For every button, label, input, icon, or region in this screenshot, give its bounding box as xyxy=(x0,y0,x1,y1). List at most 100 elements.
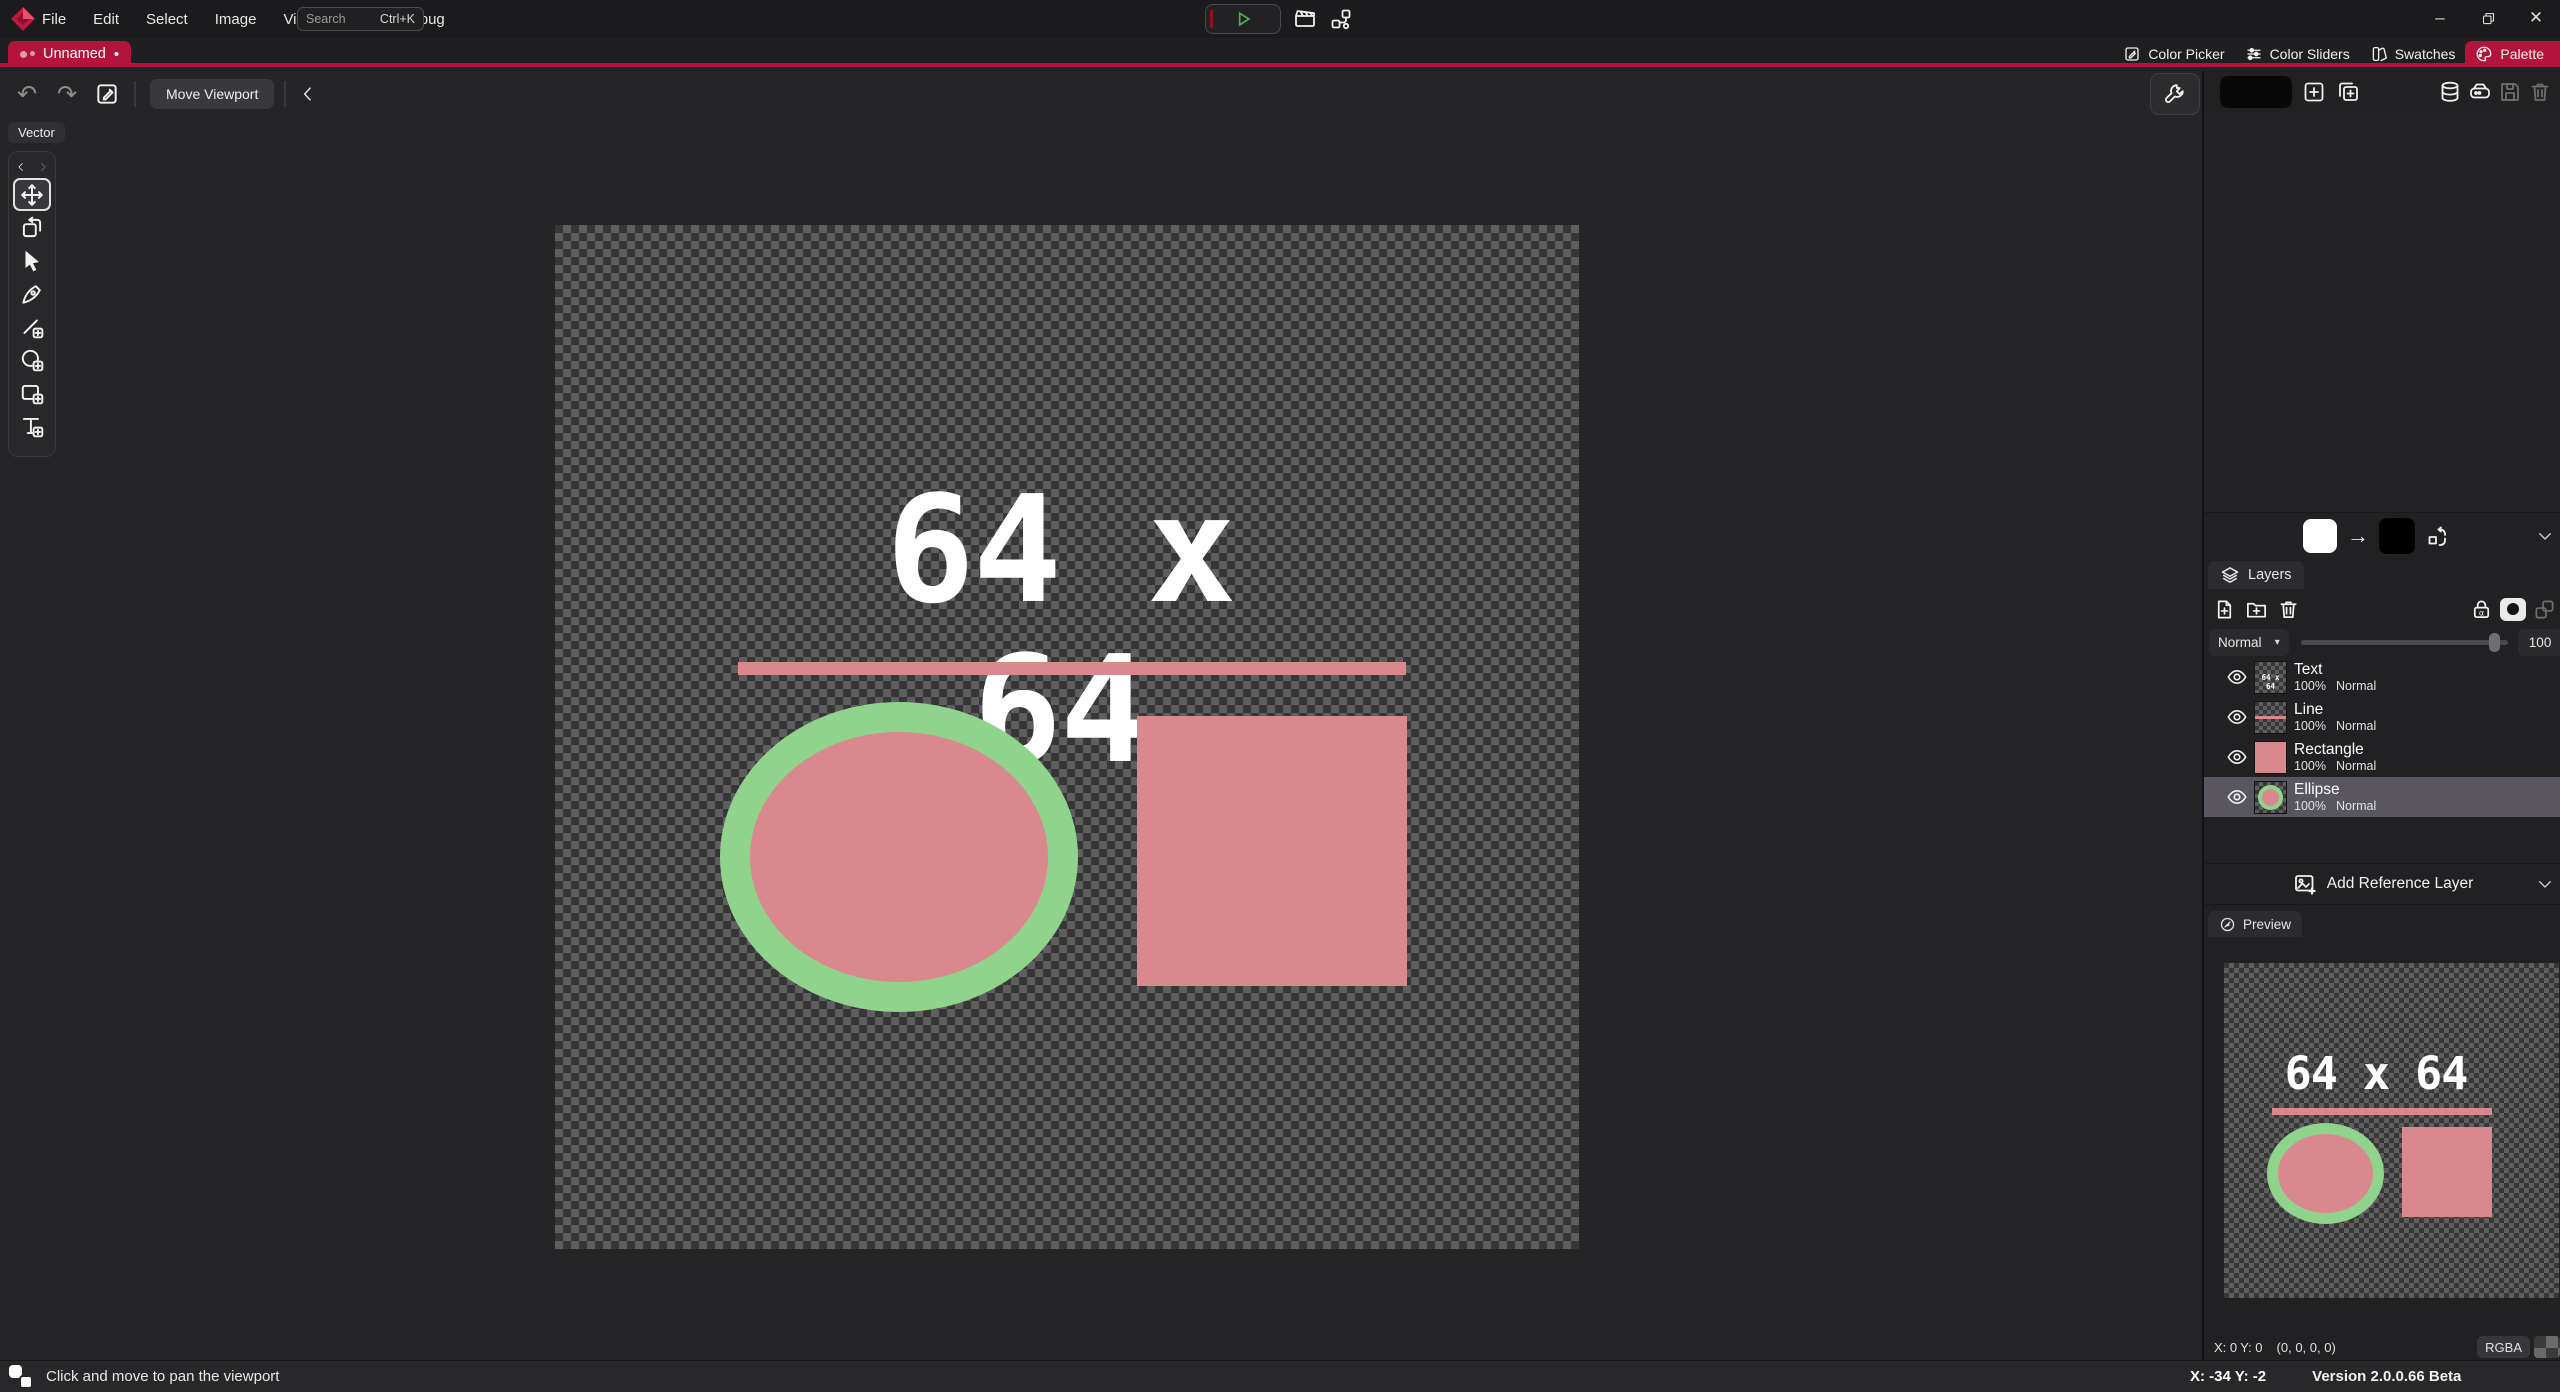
animation-controls xyxy=(1205,4,1353,34)
palette-database-icon[interactable] xyxy=(2438,80,2462,104)
clapperboard-icon[interactable] xyxy=(1293,7,1317,31)
pen-tool-icon xyxy=(19,281,45,307)
tab-color-sliders[interactable]: Color Sliders xyxy=(2235,41,2360,67)
menu-file[interactable]: File xyxy=(42,11,66,28)
tab-label: Color Picker xyxy=(2148,46,2224,62)
save-palette-icon[interactable] xyxy=(2498,80,2522,104)
drawing-canvas[interactable]: 64 x 64 xyxy=(555,225,1579,1249)
tool-rectangle[interactable] xyxy=(13,376,51,409)
node-graph-icon[interactable] xyxy=(1329,7,1353,31)
tool-line[interactable] xyxy=(13,310,51,343)
tab-palette[interactable]: Palette xyxy=(2465,41,2560,67)
next-tools-icon[interactable] xyxy=(37,161,49,173)
visibility-eye-icon[interactable] xyxy=(2226,706,2248,728)
layer-opacity: 100% xyxy=(2294,679,2326,694)
add-group-icon[interactable] xyxy=(2245,598,2268,621)
palette-grid-area[interactable] xyxy=(2204,113,2560,513)
unsaved-indicator: • xyxy=(114,46,119,63)
layer-name: Rectangle xyxy=(2294,741,2376,759)
toolbar-divider xyxy=(284,81,286,107)
color-selector-row: → xyxy=(2204,514,2560,558)
layer-opacity: 100% xyxy=(2294,759,2326,774)
background-color-swatch[interactable] xyxy=(2379,518,2415,554)
tab-label: Swatches xyxy=(2395,46,2456,62)
tab-label: Color Sliders xyxy=(2270,46,2350,62)
tool-mode-label[interactable]: Vector xyxy=(8,122,65,143)
tool-ellipse[interactable] xyxy=(13,343,51,376)
blend-mode-select[interactable]: Normal ▾ xyxy=(2209,629,2289,656)
layers-tab-label: Layers xyxy=(2248,567,2292,583)
minimize-button[interactable]: – xyxy=(2416,0,2464,36)
restore-button[interactable] xyxy=(2464,0,2512,36)
file-tab-label: Unnamed xyxy=(43,46,106,62)
thumbnail-line xyxy=(2255,716,2286,719)
menu-image[interactable]: Image xyxy=(215,11,257,28)
layer-opacity: 100% xyxy=(2294,719,2326,734)
palette-storage-icon[interactable] xyxy=(2468,80,2492,104)
delete-palette-icon[interactable] xyxy=(2528,80,2552,104)
layer-row-ellipse[interactable]: Ellipse 100%Normal xyxy=(2204,777,2560,817)
canvas-settings-button[interactable] xyxy=(2150,73,2200,115)
preview-canvas: 64 x 64 xyxy=(2224,963,2559,1298)
add-layer-icon[interactable] xyxy=(2213,598,2236,621)
move-viewport-button[interactable]: Move Viewport xyxy=(150,79,274,109)
swap-colors-icon[interactable] xyxy=(2425,524,2449,548)
tab-color-picker[interactable]: Color Picker xyxy=(2113,41,2234,67)
layers-tab[interactable]: Layers xyxy=(2208,561,2304,589)
collapse-toolbar-icon[interactable] xyxy=(298,81,318,107)
tool-pen[interactable] xyxy=(13,277,51,310)
file-tab-unnamed[interactable]: Unnamed • xyxy=(8,41,131,67)
undo-button[interactable]: ↶ xyxy=(14,81,40,107)
swatches-icon xyxy=(2370,45,2388,63)
app-logo-icon xyxy=(10,6,36,32)
preview-text: 64 x 64 xyxy=(2274,1047,2478,1100)
search-input[interactable] xyxy=(306,12,380,26)
layer-thumbnail xyxy=(2254,741,2287,774)
title-bar: File Edit Select Image View Help Debug C… xyxy=(0,0,2560,38)
layer-blend: Normal xyxy=(2336,759,2376,774)
tool-move[interactable] xyxy=(13,178,51,211)
layer-row-text[interactable]: 64 x 64 Text 100%Normal xyxy=(2204,657,2560,697)
delete-layer-icon[interactable] xyxy=(2277,598,2300,621)
menu-edit[interactable]: Edit xyxy=(93,11,119,28)
move-tool-icon xyxy=(19,182,45,208)
layer-thumbnail xyxy=(2254,701,2287,734)
chevron-down-icon[interactable] xyxy=(2536,527,2554,545)
add-reference-layer-button[interactable]: Add Reference Layer xyxy=(2204,863,2560,905)
visibility-eye-icon[interactable] xyxy=(2226,746,2248,768)
layer-blend: Normal xyxy=(2336,719,2376,734)
tab-swatches[interactable]: Swatches xyxy=(2360,41,2466,67)
layer-row-rectangle[interactable]: Rectangle 100% Normal xyxy=(2204,737,2560,777)
palette-icon xyxy=(2475,45,2493,63)
edit-mode-icon[interactable] xyxy=(94,81,120,107)
tool-transform[interactable] xyxy=(13,211,51,244)
tool-select-cursor[interactable] xyxy=(13,244,51,277)
tool-panel-nav xyxy=(15,156,49,178)
close-button[interactable]: ✕ xyxy=(2512,0,2560,36)
tool-text[interactable] xyxy=(13,409,51,442)
opacity-slider[interactable] xyxy=(2301,640,2508,645)
palette-select-swatch[interactable] xyxy=(2220,76,2292,108)
opacity-value-box[interactable]: 100 xyxy=(2518,629,2560,656)
format-badge[interactable]: RGBA xyxy=(2477,1336,2530,1358)
menu-select[interactable]: Select xyxy=(146,11,188,28)
preview-tab[interactable]: Preview xyxy=(2208,911,2302,937)
foreground-color-swatch[interactable] xyxy=(2303,519,2337,553)
layer-row-line[interactable]: Line 100%Normal xyxy=(2204,697,2560,737)
redo-button[interactable]: ↷ xyxy=(54,81,80,107)
add-palette-icon[interactable] xyxy=(2302,80,2326,104)
chevron-down-icon[interactable] xyxy=(2536,875,2554,893)
duplicate-palette-icon[interactable] xyxy=(2336,80,2360,104)
visibility-eye-icon[interactable] xyxy=(2226,666,2248,688)
opacity-slider-handle[interactable] xyxy=(2489,633,2500,652)
layer-thumbnail xyxy=(2254,781,2287,814)
search-box[interactable]: Ctrl+K xyxy=(297,7,424,31)
alpha-lock-icon[interactable]: α xyxy=(2470,598,2493,621)
tool-panel xyxy=(8,151,56,457)
link-layers-icon[interactable] xyxy=(2533,598,2556,621)
play-button[interactable] xyxy=(1205,4,1281,34)
visibility-eye-icon[interactable] xyxy=(2226,786,2248,808)
mask-toggle-button[interactable] xyxy=(2500,598,2526,621)
play-icon xyxy=(1233,9,1253,29)
prev-tools-icon[interactable] xyxy=(15,161,27,173)
